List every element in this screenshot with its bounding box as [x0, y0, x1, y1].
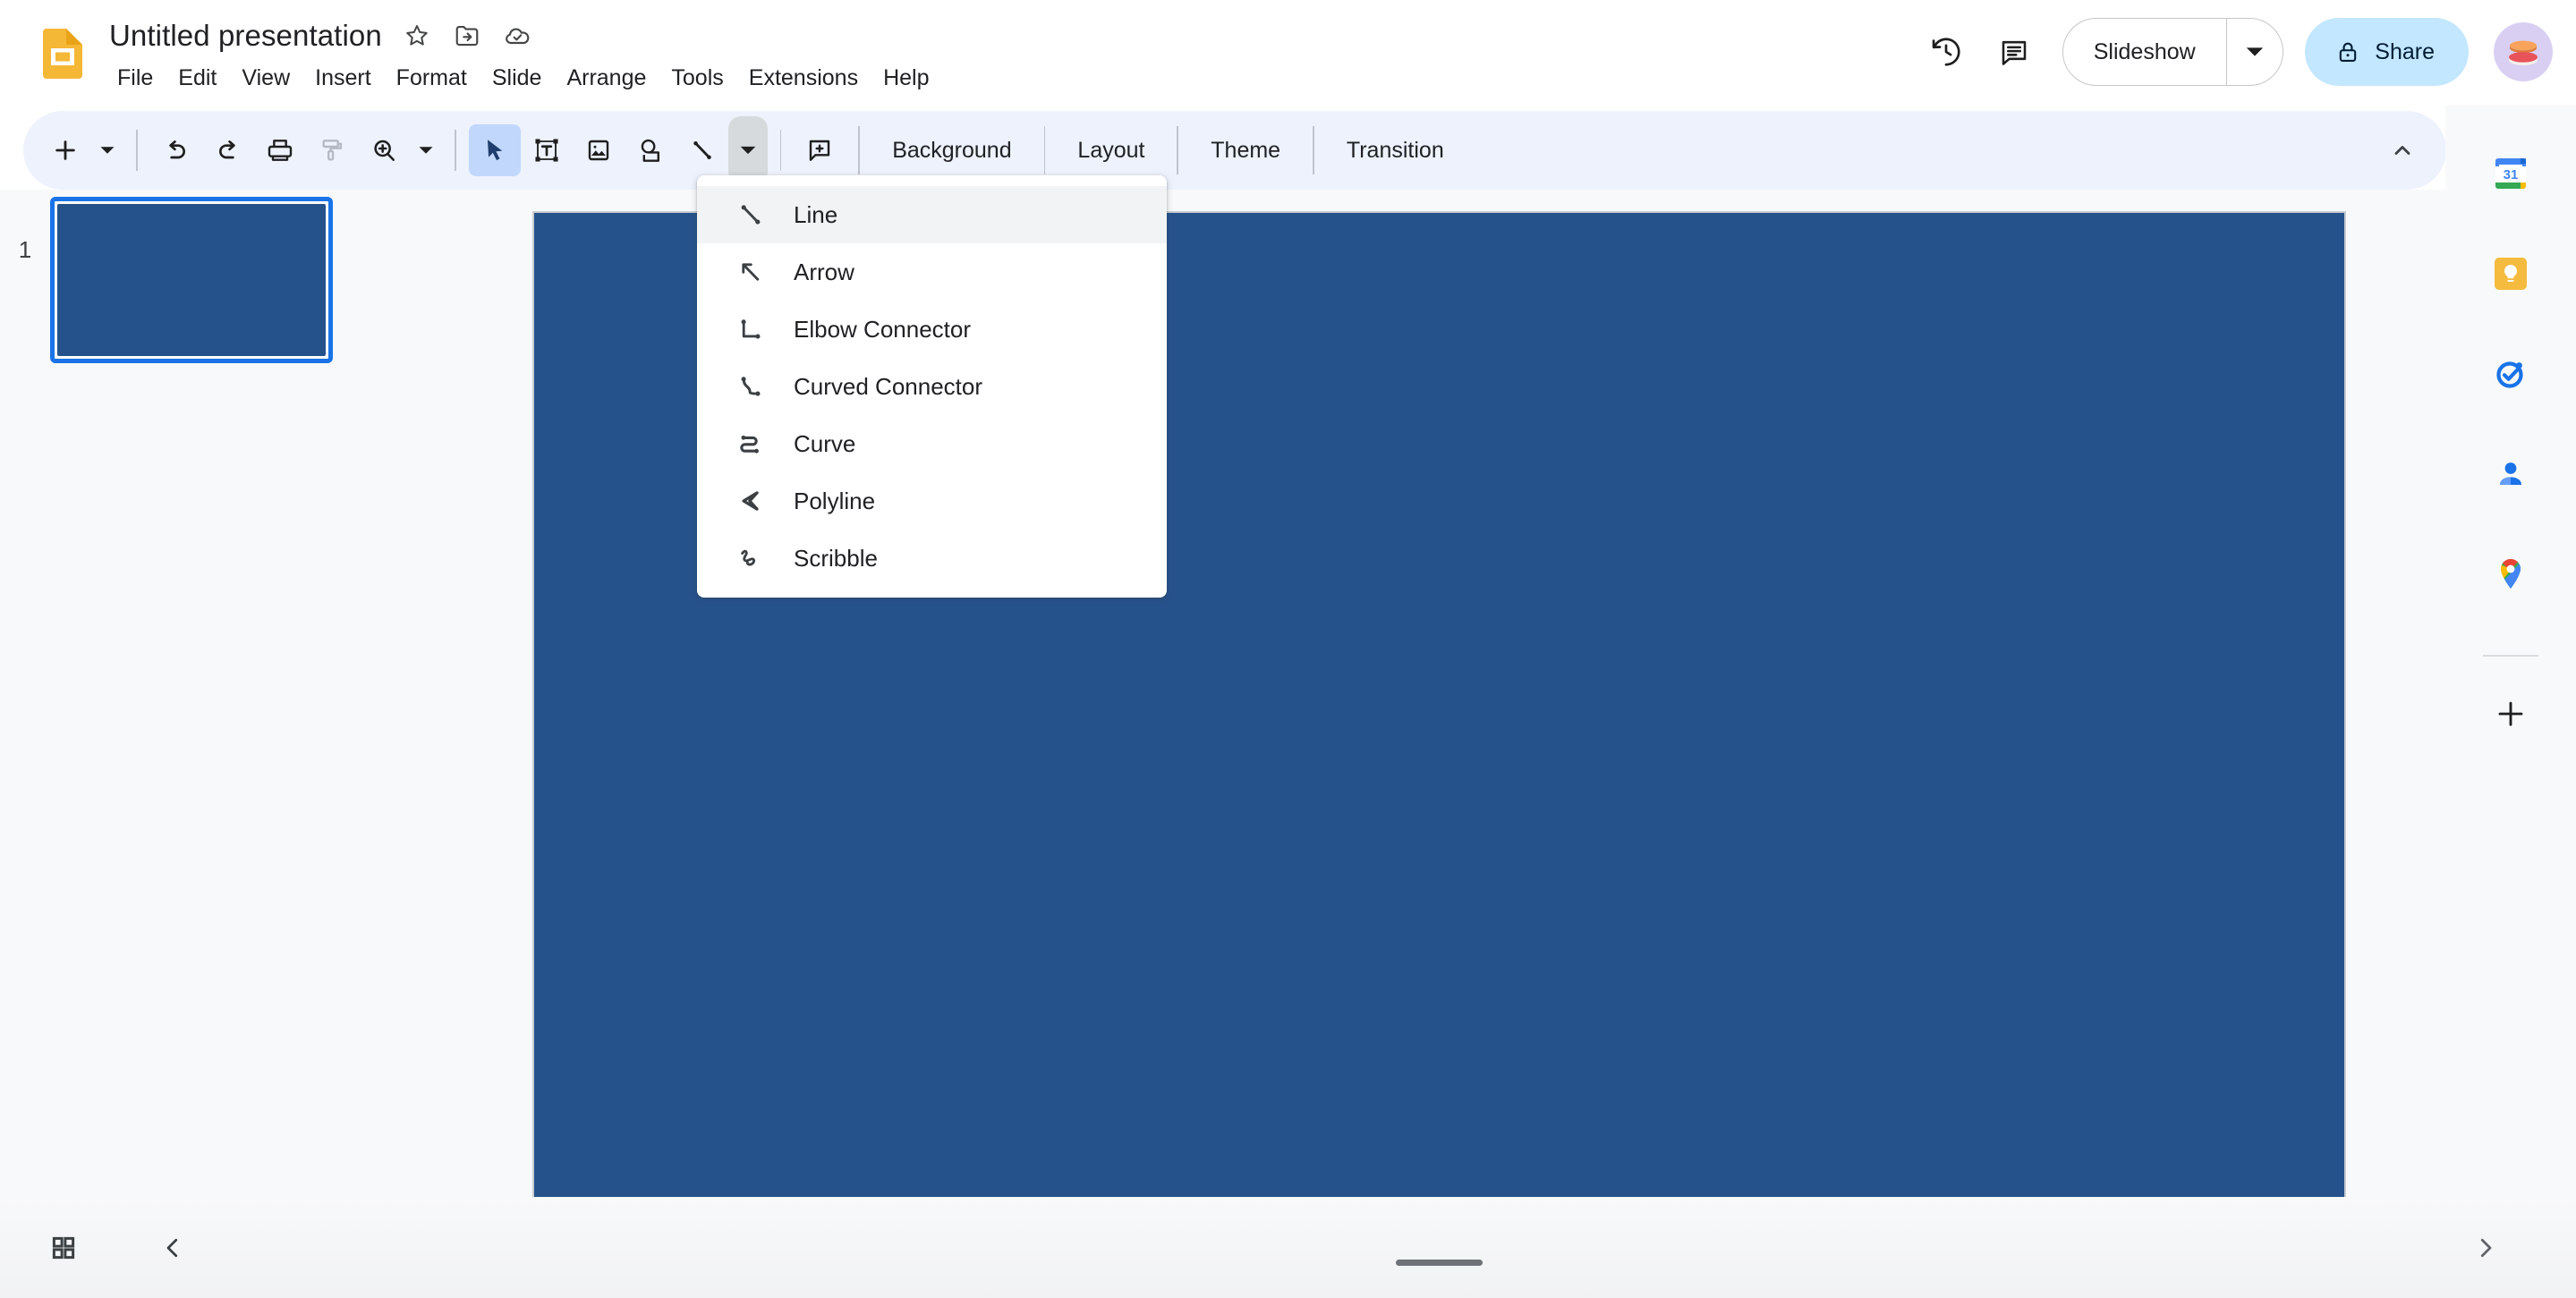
side-panel-divider — [2483, 655, 2538, 657]
menu-option-label: Curved Connector — [794, 373, 982, 401]
polyline-icon — [726, 483, 776, 519]
menu-item-slide[interactable]: Slide — [480, 63, 555, 94]
speaker-notes-drag-handle[interactable] — [1396, 1260, 1483, 1266]
background-button[interactable]: Background — [872, 129, 1031, 173]
print-button[interactable] — [254, 124, 306, 176]
transition-button[interactable]: Transition — [1327, 129, 1464, 173]
redo-button[interactable] — [202, 124, 254, 176]
document-title-row: Untitled presentation — [109, 18, 532, 54]
line-tool-button[interactable] — [676, 124, 728, 176]
page-title[interactable]: Untitled presentation — [109, 18, 382, 54]
menu-option-curve[interactable]: Curve — [697, 415, 1167, 472]
curve-icon — [726, 426, 776, 462]
toolbar-collapse-chevron-up-icon[interactable] — [2375, 123, 2430, 178]
google-contacts-icon[interactable] — [2475, 438, 2546, 510]
insert-comment-button[interactable] — [794, 124, 846, 176]
menu-option-label: Scribble — [794, 545, 878, 573]
theme-button[interactable]: Theme — [1191, 129, 1300, 173]
menu-option-curved-connector[interactable]: Curved Connector — [697, 358, 1167, 415]
lock-icon — [2335, 39, 2360, 64]
toolbar-divider — [136, 130, 138, 171]
menu-item-format[interactable]: Format — [384, 63, 480, 94]
avatar[interactable] — [2494, 22, 2553, 81]
menu-option-label: Elbow Connector — [794, 316, 971, 344]
google-calendar-icon[interactable]: 31 — [2475, 138, 2546, 209]
google-keep-icon[interactable] — [2475, 238, 2546, 310]
shape-button[interactable] — [625, 124, 676, 176]
move-to-folder-icon[interactable] — [452, 21, 482, 51]
slideshow-button-group: Slideshow — [2062, 18, 2284, 86]
insert-image-button[interactable] — [573, 124, 625, 176]
side-panel: 31 — [2445, 106, 2576, 1298]
svg-text:31: 31 — [2504, 167, 2519, 182]
menu-option-label: Arrow — [794, 259, 854, 286]
zoom-button[interactable] — [358, 124, 410, 176]
star-icon[interactable] — [402, 21, 432, 51]
menu-item-extensions[interactable]: Extensions — [736, 63, 871, 94]
expand-panel-chevron-right-icon[interactable] — [2458, 1220, 2513, 1276]
toolbar-divider — [1177, 126, 1178, 174]
slideshow-label: Slideshow — [2094, 39, 2196, 65]
menu-item-edit[interactable]: Edit — [166, 63, 229, 94]
menu-option-polyline[interactable]: Polyline — [697, 472, 1167, 530]
google-tasks-icon[interactable] — [2475, 338, 2546, 410]
comment-history-icon[interactable] — [1980, 18, 2048, 86]
select-tool-button[interactable] — [469, 124, 521, 176]
share-button[interactable]: Share — [2305, 18, 2469, 86]
new-slide-caret-down-icon[interactable] — [91, 124, 123, 176]
line-icon — [726, 197, 776, 233]
slides-logo-icon[interactable] — [34, 23, 91, 81]
menu-option-line[interactable]: Line — [697, 186, 1167, 243]
menu-item-insert[interactable]: Insert — [302, 63, 384, 94]
top-bar: Untitled presentation File Edit View Ins… — [0, 0, 2576, 106]
line-tool-caret-down-icon[interactable] — [728, 116, 768, 184]
menu-option-label: Line — [794, 201, 837, 229]
toolbar-divider — [780, 130, 782, 171]
workspace: 1 — [0, 190, 2576, 1197]
elbow-connector-icon — [726, 311, 776, 347]
undo-button[interactable] — [150, 124, 202, 176]
menu-item-arrange[interactable]: Arrange — [554, 63, 659, 94]
collapse-filmstrip-chevron-left-icon[interactable] — [145, 1220, 200, 1276]
google-maps-icon[interactable] — [2475, 539, 2546, 610]
menu-option-label: Polyline — [794, 488, 875, 515]
layout-button[interactable]: Layout — [1058, 129, 1164, 173]
toolbar: Background Layout Theme Transition — [23, 111, 2446, 190]
menu-item-file[interactable]: File — [109, 63, 166, 94]
toolbar-divider — [1044, 126, 1046, 174]
grid-view-icon[interactable] — [36, 1220, 91, 1276]
menu-option-arrow[interactable]: Arrow — [697, 243, 1167, 301]
paint-format-button[interactable] — [306, 124, 358, 176]
toolbar-divider — [455, 130, 456, 171]
text-box-button[interactable] — [521, 124, 573, 176]
menu-item-help[interactable]: Help — [871, 63, 941, 94]
line-tool-dropdown-menu: Line Arrow Elbow Connector — [697, 175, 1167, 598]
slideshow-button[interactable]: Slideshow — [2063, 19, 2226, 85]
menu-item-tools[interactable]: Tools — [659, 63, 735, 94]
menu-option-label: Curve — [794, 430, 855, 458]
top-bar-right-actions: Slideshow Share — [1912, 9, 2553, 95]
slide-thumbnail-content — [57, 204, 326, 356]
slide-thumbnail[interactable] — [50, 197, 333, 363]
menu-option-elbow-connector[interactable]: Elbow Connector — [697, 301, 1167, 358]
side-panel-add-plus-icon[interactable] — [2475, 678, 2546, 750]
filmstrip-slide-1[interactable]: 1 — [0, 197, 333, 363]
scribble-icon — [726, 540, 776, 576]
menu-item-view[interactable]: View — [229, 63, 302, 94]
cloud-saved-icon[interactable] — [502, 21, 532, 51]
new-slide-button[interactable] — [39, 124, 91, 176]
bottom-bar — [0, 1197, 2576, 1298]
share-label: Share — [2375, 39, 2435, 65]
curved-connector-icon — [726, 369, 776, 404]
slide-filmstrip: 1 — [0, 190, 528, 1197]
slideshow-chevron-down-icon[interactable] — [2227, 19, 2283, 85]
menu-option-scribble[interactable]: Scribble — [697, 530, 1167, 587]
toolbar-divider — [858, 126, 860, 174]
version-history-icon[interactable] — [1912, 18, 1980, 86]
slide-number: 1 — [0, 236, 50, 264]
arrow-icon — [726, 254, 776, 290]
toolbar-divider — [1313, 126, 1314, 174]
zoom-caret-down-icon[interactable] — [410, 124, 442, 176]
menu-bar: File Edit View Insert Format Slide Arran… — [109, 63, 942, 94]
